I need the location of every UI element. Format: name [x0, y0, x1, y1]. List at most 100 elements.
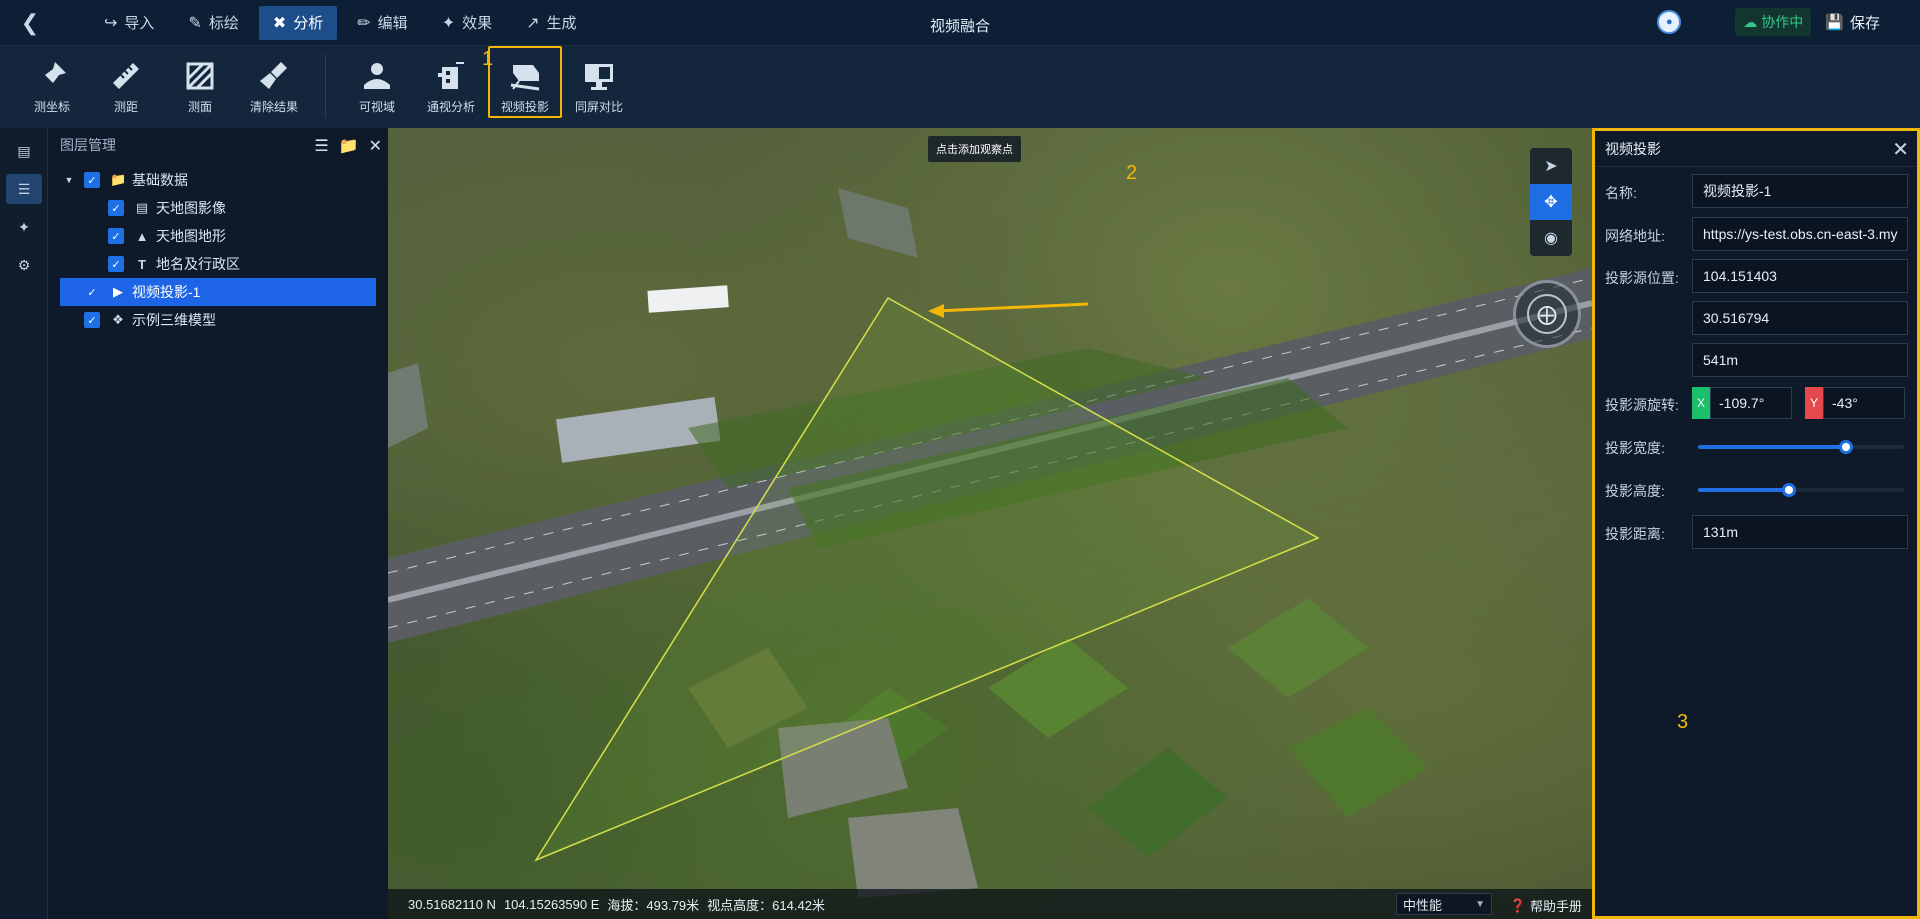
performance-select[interactable]: 中性能 ▼	[1396, 893, 1492, 915]
checkbox[interactable]: ✓	[108, 256, 124, 272]
checkbox[interactable]: ✓	[108, 200, 124, 216]
map-viewport[interactable]: 点击添加观察点 2 ➤ ✥ ◉ ⨁ 30.51682110 N 104.1526…	[388, 128, 1592, 919]
text-icon: T	[138, 256, 146, 272]
list-icon[interactable]: ☰	[314, 136, 328, 156]
analysis-toolbar: 测坐标 测距 测面 清除结果 可视域 通视分析 视频投影 同屏对比	[0, 46, 1920, 128]
tree-item-terrain[interactable]: ✓ ▲ 天地图地形	[48, 222, 388, 250]
top-bar: ❮ ↪ 导入 ✎ 标绘 ✖ 分析 ✏ 编辑 ✦ 效果 ↗ 生成 视频融合 ● ☁ 协作中 💾 保…	[0, 0, 1920, 46]
annotation-marker-1: 1	[482, 48, 494, 70]
rotation-y-input[interactable]: -43°	[1823, 387, 1905, 419]
menu-edit[interactable]: ✏ 编辑	[343, 6, 421, 40]
distance-input[interactable]: 131m	[1692, 515, 1908, 549]
video-projection-tool[interactable]: 视频投影	[488, 46, 562, 118]
question-icon: ❓	[1509, 897, 1526, 913]
menu-import[interactable]: ↪ 导入	[90, 6, 168, 40]
pond	[848, 808, 978, 898]
effect-icon: ✦	[441, 14, 456, 32]
map-controls: ➤ ✥ ◉	[1530, 148, 1572, 256]
move-icon[interactable]: ✥	[1530, 184, 1572, 220]
measure-distance-tool[interactable]: 测距	[89, 46, 163, 118]
rail-doc-button[interactable]: ▤	[6, 136, 42, 166]
name-input[interactable]: 视频投影-1	[1692, 174, 1908, 208]
menu-effect[interactable]: ✦ 效果	[428, 6, 506, 40]
import-icon: ↪	[104, 14, 118, 32]
tree-item-3d-model[interactable]: ✓ ❖ 示例三维模型	[48, 306, 388, 334]
layers-icon: ☰	[17, 180, 31, 197]
height-label: 投影高度:	[1605, 483, 1665, 499]
analysis-icon: ✖	[272, 14, 287, 32]
status-lon: 104.15263590 E	[503, 896, 600, 912]
plot-icon: ✎	[188, 14, 202, 32]
checkbox[interactable]: ✓	[84, 172, 100, 188]
url-input[interactable]: https://ys-test.obs.cn-east-3.my	[1692, 217, 1908, 251]
cloud-icon: ☁	[1743, 13, 1758, 30]
save-icon: 💾	[1825, 14, 1844, 31]
folder-icon[interactable]: 📁	[339, 136, 359, 156]
viewshed-icon	[359, 58, 395, 94]
height-slider[interactable]	[1698, 483, 1904, 497]
projector-icon: ▶	[113, 284, 123, 299]
position-lat-input[interactable]: 30.516794	[1692, 301, 1908, 335]
chevron-down-icon: ▼	[1475, 898, 1485, 910]
status-lat: 30.51682110 N	[408, 896, 496, 912]
slider-handle[interactable]	[1839, 440, 1854, 454]
position-height-input[interactable]: 541m	[1692, 343, 1908, 377]
close-icon[interactable]: ✕	[369, 136, 382, 156]
folder-icon: 📁	[110, 172, 127, 187]
menu-plot[interactable]: ✎ 标绘	[174, 6, 252, 40]
measure-coord-tool[interactable]: 测坐标	[15, 46, 89, 118]
back-button[interactable]: ❮	[0, 0, 60, 46]
save-button[interactable]: 💾 保存	[1825, 12, 1880, 33]
rail-nodes-button[interactable]: ✦	[6, 212, 42, 242]
rotation-x-input[interactable]: -109.7°	[1710, 387, 1792, 419]
split-compare-tool[interactable]: 同屏对比	[562, 46, 636, 118]
url-label: 网络地址:	[1605, 228, 1665, 244]
status-bar: 30.51682110 N 104.15263590 E 海拔：493.79米 …	[388, 889, 1592, 919]
video-projection-panel: 视频投影 ✕ 名称: 视频投影-1 网络地址: https://ys-test.…	[1592, 128, 1920, 919]
annotation-marker-3: 3	[1677, 711, 1689, 733]
compass[interactable]: ⨁	[1513, 280, 1581, 348]
building	[647, 285, 729, 313]
distance-label: 投影距离:	[1605, 526, 1665, 542]
checkbox[interactable]: ✓	[84, 312, 100, 328]
cursor-icon[interactable]: ➤	[1530, 148, 1572, 184]
orbit-icon[interactable]: ◉	[1530, 220, 1572, 256]
pointer-arrow	[935, 302, 1089, 313]
tree-group-basic[interactable]: ▼ ✓ 📁 基础数据	[48, 166, 388, 194]
caret-down-icon[interactable]: ▼	[62, 175, 76, 185]
mountain-icon: ▲	[135, 228, 149, 244]
measure-area-tool[interactable]: 测面	[163, 46, 237, 118]
layer-panel: 图层管理 ☰ 📁 ✕ ▼ ✓ 📁 基础数据 ✓ ▤ 天地图影像 ✓ ▲ 天地图地…	[48, 128, 388, 919]
width-slider[interactable]	[1698, 440, 1904, 454]
left-rail: ▤ ☰ ✦ ⚙	[0, 128, 48, 919]
menu-analysis[interactable]: ✖ 分析	[258, 5, 338, 40]
visibility-analysis-tool[interactable]: 通视分析	[414, 46, 488, 118]
name-label: 名称:	[1605, 185, 1637, 201]
area-icon	[182, 58, 218, 94]
checkbox[interactable]: ✓	[108, 228, 124, 244]
rail-settings-button[interactable]: ⚙	[6, 250, 42, 280]
position-lon-input[interactable]: 104.151403	[1692, 259, 1908, 293]
viewshed-tool[interactable]: 可视域	[340, 46, 414, 118]
status-view-height: 视点高度：614.42米	[707, 897, 825, 913]
x-axis-tag: X	[1692, 387, 1710, 419]
clear-results-tool[interactable]: 清除结果	[237, 46, 311, 118]
rail-layers-button[interactable]: ☰	[6, 174, 42, 204]
slider-handle[interactable]	[1781, 483, 1796, 497]
projector-icon	[507, 58, 543, 94]
tree-item-imagery[interactable]: ✓ ▤ 天地图影像	[48, 194, 388, 222]
y-axis-tag: Y	[1805, 387, 1823, 419]
checkbox[interactable]: ✓	[84, 284, 100, 300]
menu-generate[interactable]: ↗ 生成	[512, 6, 590, 40]
generate-icon: ↗	[526, 14, 540, 32]
help-manual-link[interactable]: ❓ 帮助手册	[1510, 896, 1582, 915]
avatar[interactable]: ●	[1657, 10, 1682, 34]
close-icon[interactable]: ✕	[1892, 137, 1909, 162]
collab-badge[interactable]: ☁ 协作中	[1735, 8, 1812, 36]
edit-icon: ✏	[357, 14, 371, 32]
tree-item-placenames[interactable]: ✓ T 地名及行政区	[48, 250, 388, 278]
position-label: 投影源位置:	[1605, 270, 1679, 286]
tree-item-video-projection[interactable]: ✓ ▶ 视频投影-1	[60, 278, 376, 306]
ruler-icon	[108, 58, 144, 94]
rotation-label: 投影源旋转:	[1605, 397, 1679, 413]
